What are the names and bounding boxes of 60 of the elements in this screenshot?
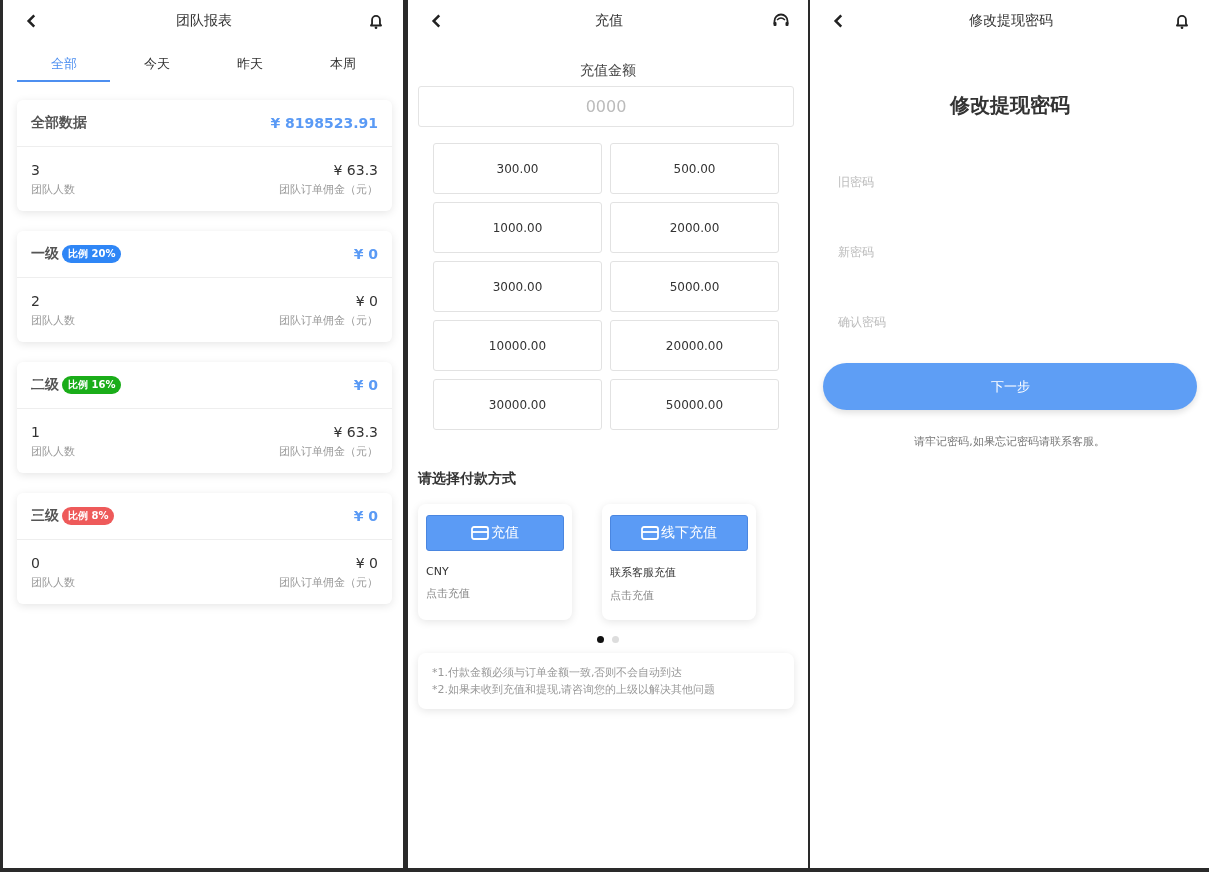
section-title: 请选择付款方式 bbox=[417, 470, 517, 488]
amount-option[interactable]: 500.00 bbox=[610, 143, 779, 194]
amount-option[interactable]: 2000.00 bbox=[610, 202, 779, 253]
method-hint: 点击充值 bbox=[610, 588, 655, 603]
amount-option[interactable]: 20000.00 bbox=[610, 320, 779, 371]
tab[interactable]: 本周 bbox=[296, 48, 389, 82]
stat-label: 团队人数 bbox=[31, 182, 75, 197]
method-name: CNY bbox=[426, 565, 450, 578]
card-title: 一级 bbox=[31, 245, 59, 263]
bell-icon[interactable] bbox=[1173, 12, 1191, 30]
stat-label: 团队订单佣金（元） bbox=[279, 575, 378, 590]
stat-label: 团队人数 bbox=[31, 444, 75, 459]
method-hint: 点击充值 bbox=[426, 586, 471, 601]
tab[interactable]: 今天 bbox=[110, 48, 203, 82]
stat-label: 团队订单佣金（元） bbox=[279, 313, 378, 328]
page-title: 修改提现密码 bbox=[968, 12, 1053, 30]
stat-label: 团队订单佣金（元） bbox=[279, 444, 378, 459]
ratio-badge: 比例 20% bbox=[62, 245, 122, 263]
amount-option[interactable]: 10000.00 bbox=[433, 320, 602, 371]
commission-amount: ¥ 63.3 bbox=[333, 162, 378, 178]
bell-icon[interactable] bbox=[367, 12, 385, 30]
amount-option[interactable]: 300.00 bbox=[433, 143, 602, 194]
commission-amount: ¥ 0 bbox=[355, 555, 378, 571]
hint-text: 请牢记密码,如果忘记密码请联系客服。 bbox=[913, 434, 1106, 449]
note-text: *1.付款金额必须与订单金额一致,否则不会自动到达 bbox=[432, 665, 684, 680]
card-title: 二级 bbox=[31, 376, 59, 394]
card-title: 全部数据 bbox=[31, 114, 87, 132]
commission-amount: ¥ 63.3 bbox=[333, 424, 378, 440]
total-amount: ¥ 0 bbox=[353, 246, 378, 262]
method-name: 联系客服充值 bbox=[610, 565, 677, 580]
amount-field[interactable]: 0000 bbox=[418, 86, 794, 127]
amount-option[interactable]: 1000.00 bbox=[433, 202, 602, 253]
total-amount: ¥ 0 bbox=[353, 508, 378, 524]
page-dot[interactable] bbox=[597, 636, 604, 643]
tab[interactable]: 昨天 bbox=[203, 48, 296, 82]
total-amount: ¥ 8198523.91 bbox=[270, 115, 378, 131]
page-dot[interactable] bbox=[612, 636, 619, 643]
note-text: *2.如果未收到充值和提现,请咨询您的上级以解决其他问题 bbox=[432, 682, 717, 697]
member-count: 3 bbox=[31, 162, 41, 178]
amount-option[interactable]: 3000.00 bbox=[433, 261, 602, 312]
ratio-badge: 比例 16% bbox=[62, 376, 122, 394]
stat-label: 团队订单佣金（元） bbox=[279, 182, 378, 197]
ratio-badge: 比例 8% bbox=[62, 507, 115, 525]
member-count: 2 bbox=[31, 293, 41, 309]
amount-option[interactable]: 50000.00 bbox=[610, 379, 779, 430]
card-title: 三级 bbox=[31, 507, 59, 525]
amount-option[interactable]: 5000.00 bbox=[610, 261, 779, 312]
page-title: 团队报表 bbox=[176, 12, 232, 30]
card-icon bbox=[641, 526, 659, 540]
form-heading: 修改提现密码 bbox=[948, 92, 1071, 119]
page-title: 充值 bbox=[595, 12, 623, 30]
stat-label: 团队人数 bbox=[31, 575, 75, 590]
card-icon bbox=[471, 526, 489, 540]
member-count: 1 bbox=[31, 424, 41, 440]
member-count: 0 bbox=[31, 555, 41, 571]
total-amount: ¥ 0 bbox=[353, 377, 378, 393]
commission-amount: ¥ 0 bbox=[355, 293, 378, 309]
stat-label: 团队人数 bbox=[31, 313, 75, 328]
amount-option[interactable]: 30000.00 bbox=[433, 379, 602, 430]
amount-label: 充值金额 bbox=[579, 62, 637, 80]
